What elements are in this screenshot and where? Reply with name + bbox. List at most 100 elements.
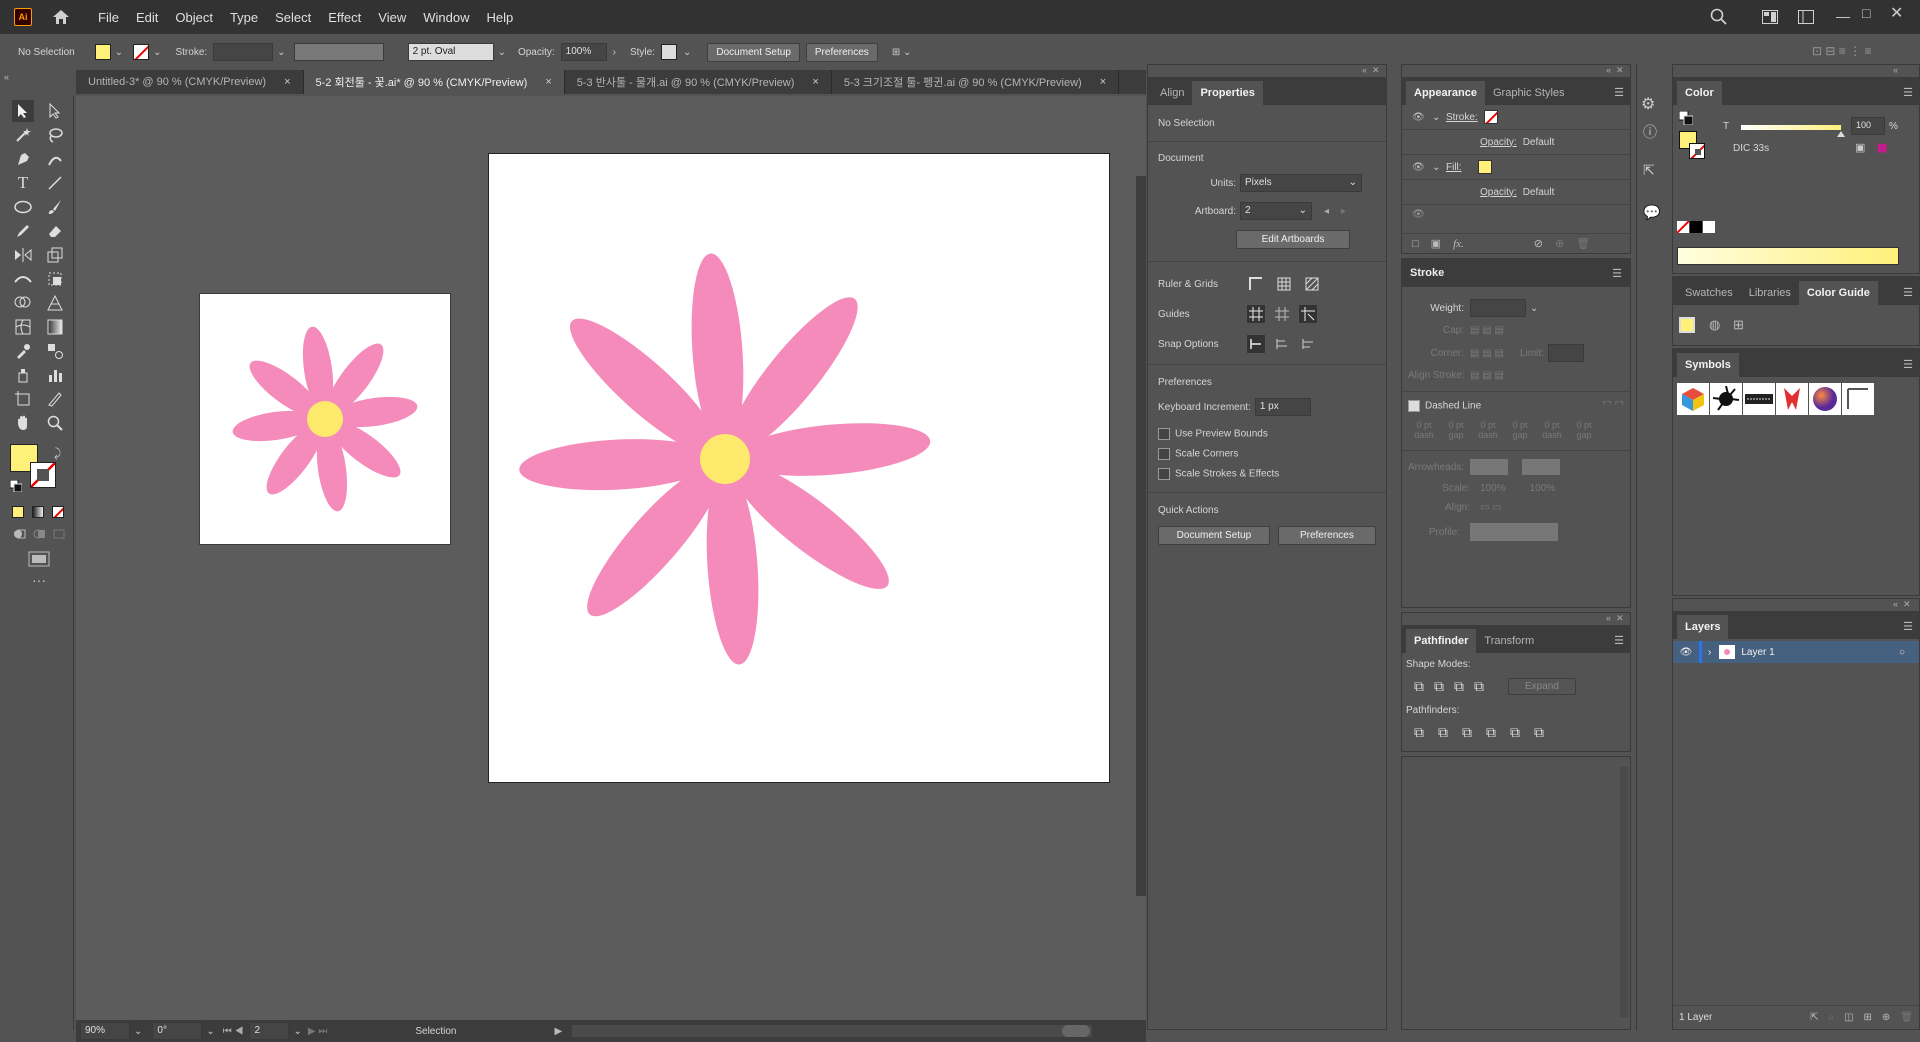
ellipse-tool-icon[interactable]	[12, 196, 34, 218]
export-layer-icon[interactable]: ⇱	[1810, 1012, 1818, 1023]
fill-link[interactable]: Fill:	[1446, 162, 1462, 173]
menu-window[interactable]: Window	[423, 10, 469, 25]
menu-help[interactable]: Help	[486, 10, 513, 25]
curvature-tool-icon[interactable]	[44, 148, 66, 170]
edit-colors-icon[interactable]: ⊞	[1733, 317, 1744, 333]
snap-to-glyph-icon[interactable]	[1298, 334, 1318, 354]
dash-gap-field[interactable]: 0 pt dash	[1536, 420, 1568, 440]
shaper-tool-icon[interactable]	[12, 220, 34, 242]
arrange-icon[interactable]	[1798, 10, 1814, 24]
panel-menu-icon[interactable]: ☰	[1614, 86, 1624, 105]
none-color-swatch[interactable]	[1677, 221, 1689, 233]
exclude-icon[interactable]: ⧉	[1474, 678, 1484, 695]
appearance-fill-row[interactable]: 👁 ⌄ Fill:	[1402, 155, 1630, 180]
search-icon[interactable]	[1710, 8, 1728, 26]
close-tab-icon[interactable]: ×	[545, 76, 551, 88]
opacity-field[interactable]: 100%	[560, 43, 607, 61]
tab-appearance[interactable]: Appearance	[1406, 81, 1485, 105]
new-fill-icon[interactable]: ▣	[1431, 237, 1441, 250]
use-preview-bounds-row[interactable]: Use Preview Bounds	[1158, 428, 1376, 440]
default-colors-icon[interactable]	[1679, 111, 1693, 125]
menu-object[interactable]: Object	[175, 10, 213, 25]
arrowhead-start-select[interactable]	[1470, 459, 1508, 475]
document-tab[interactable]: 5-3 크기조절 툴- 펭귄.ai @ 90 % (CMYK/Preview) ×	[832, 70, 1120, 94]
width-tool-icon[interactable]	[12, 268, 34, 290]
document-tab[interactable]: 5-3 반사툴 - 물개.ai @ 90 % (CMYK/Preview) ×	[565, 70, 832, 94]
draw-behind-icon[interactable]	[32, 528, 46, 540]
arrowhead-end-select[interactable]	[1522, 459, 1560, 475]
tab-align[interactable]: Align	[1152, 81, 1192, 105]
stroke-link[interactable]: Stroke:	[1446, 112, 1478, 123]
color-spectrum[interactable]	[1677, 247, 1899, 265]
panel-menu-icon[interactable]: ☰	[1903, 620, 1913, 639]
preferences-button[interactable]: Preferences	[805, 42, 878, 62]
trash-icon[interactable]: 🗑	[1900, 1012, 1913, 1023]
appearance-stroke-opacity-row[interactable]: Opacity: Default	[1402, 130, 1630, 155]
fill-swatch-small[interactable]	[1477, 160, 1492, 174]
trash-icon[interactable]: 🗑	[1576, 237, 1590, 250]
tab-color-guide[interactable]: Color Guide	[1798, 281, 1878, 305]
blend-tool-icon[interactable]	[44, 340, 66, 362]
chevron-right-icon[interactable]: ›	[1708, 647, 1711, 658]
tab-pathfinder[interactable]: Pathfinder	[1406, 629, 1477, 653]
collapse-panel-icon[interactable]: « ✕	[1362, 65, 1380, 76]
new-sublayer-icon[interactable]: ⊞	[1864, 1012, 1872, 1023]
prev-artboard-icon[interactable]: ◂	[1324, 206, 1329, 217]
reflect-tool-icon[interactable]	[12, 244, 34, 266]
weight-field[interactable]	[1470, 299, 1526, 317]
limit-field[interactable]	[1547, 344, 1584, 362]
style-swatch[interactable]	[661, 44, 677, 60]
menu-effect[interactable]: Effect	[328, 10, 361, 25]
draw-normal-icon[interactable]	[12, 528, 26, 540]
fx-icon[interactable]: fx.	[1453, 238, 1464, 250]
edit-artboards-button[interactable]: Edit Artboards	[1236, 230, 1350, 249]
none-mode-icon[interactable]	[52, 506, 64, 518]
eye-icon[interactable]: 👁	[1412, 162, 1432, 173]
swap-colors-icon[interactable]: ⤸	[54, 446, 61, 461]
merge-icon[interactable]: ⧉	[1462, 724, 1472, 741]
dock-scrollbar[interactable]	[1620, 767, 1628, 1017]
collapse-panel-icon[interactable]: « ✕	[1893, 599, 1911, 610]
arrow-scale-start[interactable]: 100%	[1480, 483, 1506, 494]
cap-icons[interactable]: ▤ ▤ ▤	[1470, 325, 1504, 336]
dash-gap-field[interactable]: 0 pt dash	[1472, 420, 1504, 440]
chevron-down-icon[interactable]: ⌄	[683, 47, 691, 58]
flower-center[interactable]	[700, 434, 750, 484]
color-stroke-swatch[interactable]	[1689, 143, 1705, 159]
symbol-splat-icon[interactable]	[1710, 383, 1742, 415]
perspective-grid-tool-icon[interactable]	[44, 292, 66, 314]
lock-guides-icon[interactable]	[1272, 304, 1292, 324]
locate-object-icon[interactable]: ⌕	[1828, 1012, 1834, 1023]
artboard-tool-icon[interactable]	[12, 388, 34, 410]
units-select[interactable]: Pixels ⌄	[1240, 174, 1362, 192]
scale-corners-checkbox[interactable]	[1158, 448, 1170, 460]
appearance-stroke-row[interactable]: 👁 ⌄ Stroke:	[1402, 105, 1630, 130]
free-transform-tool-icon[interactable]	[44, 268, 66, 290]
direct-selection-tool-icon[interactable]	[44, 100, 66, 122]
panel-menu-icon[interactable]: ☰	[1612, 267, 1622, 280]
more-tools-icon[interactable]: ···	[32, 572, 46, 588]
dashed-line-row[interactable]: Dashed Line	[1408, 400, 1481, 412]
layer-row[interactable]: 👁 › Layer 1 ○	[1673, 641, 1919, 663]
gradient-mode-icon[interactable]	[32, 506, 44, 518]
document-tab[interactable]: 5-2 회전툴 - 꽃.ai* @ 90 % (CMYK/Preview) ×	[303, 70, 565, 94]
vertical-scrollbar[interactable]	[1136, 176, 1146, 896]
tab-graphic-styles[interactable]: Graphic Styles	[1485, 81, 1573, 105]
home-icon[interactable]	[52, 9, 70, 25]
chevron-down-icon[interactable]: ⌄	[277, 47, 285, 58]
close-tab-icon[interactable]: ×	[284, 76, 290, 88]
symbol-cube-icon[interactable]	[1677, 383, 1709, 415]
chevron-right-icon[interactable]: ›	[613, 47, 616, 58]
chevron-down-icon[interactable]: ⌄	[153, 47, 161, 58]
duplicate-icon[interactable]: ⊕	[1555, 237, 1564, 250]
corner-icons[interactable]: ▤ ▤ ▤	[1470, 348, 1504, 359]
chevron-down-icon[interactable]: ⌄	[206, 1026, 214, 1037]
eye-icon[interactable]: 👁	[1673, 647, 1699, 658]
minimize-icon[interactable]: —	[1836, 8, 1850, 24]
use-preview-bounds-checkbox[interactable]	[1158, 428, 1170, 440]
magic-wand-tool-icon[interactable]	[12, 124, 34, 146]
next-artboard-icon[interactable]: ▸	[1341, 206, 1346, 217]
chevron-down-icon[interactable]: ⌄	[134, 1026, 142, 1037]
close-tab-icon[interactable]: ×	[812, 76, 818, 88]
quick-document-setup-button[interactable]: Document Setup	[1158, 526, 1270, 545]
